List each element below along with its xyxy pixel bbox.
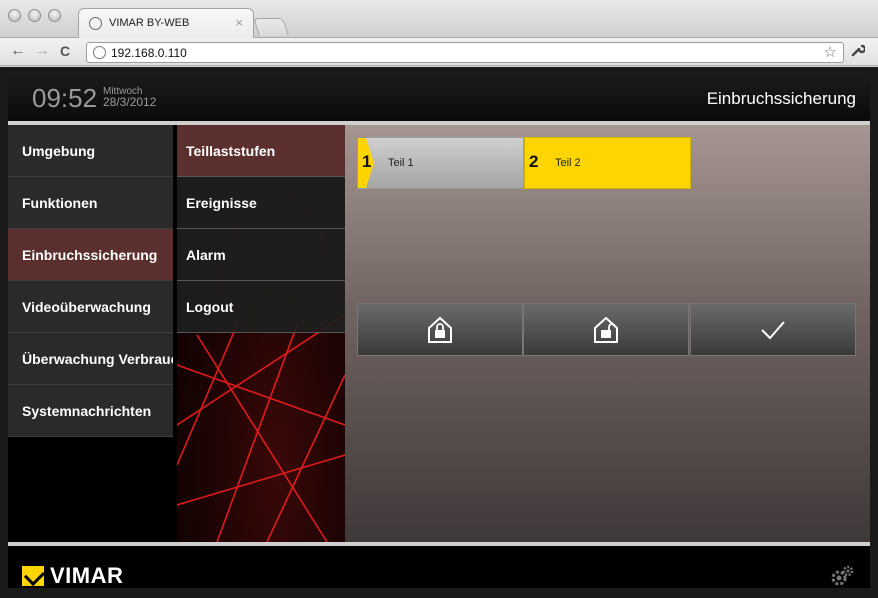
reload-button[interactable]: C (60, 42, 70, 60)
part-1-button[interactable]: 1 Teil 1 (357, 137, 524, 189)
menu-item-einbruchssicherung[interactable]: Einbruchssicherung (8, 229, 173, 281)
bookmark-star-icon[interactable]: ☆ (824, 43, 837, 61)
sub-menu: Teillaststufen Ereignisse Alarm Logout (177, 125, 345, 542)
lock-house-icon (428, 316, 452, 343)
menu-item-systemnachrichten[interactable]: Systemnachrichten (8, 385, 173, 437)
submenu-item-alarm[interactable]: Alarm (177, 229, 345, 281)
app-header: 09:52 Mittwoch 28/3/2012 Einbruchssicher… (8, 73, 870, 121)
submenu-item-teillaststufen[interactable]: Teillaststufen (177, 125, 345, 177)
address-bar[interactable]: 192.168.0.110 ☆ (86, 42, 844, 63)
main-menu: Umgebung Funktionen Einbruchssicherung V… (8, 125, 173, 542)
browser-toolbar: ← → C 192.168.0.110 ☆ (0, 38, 878, 66)
tab-close-icon[interactable]: × (235, 15, 243, 30)
globe-icon (89, 17, 102, 30)
gears-icon[interactable] (830, 565, 854, 593)
app-inner: 09:52 Mittwoch 28/3/2012 Einbruchssicher… (8, 73, 870, 588)
checkmark-icon (761, 320, 785, 339)
part-2-number: 2 (529, 152, 539, 171)
clock-time: 09:52 (32, 83, 98, 113)
globe-icon (93, 46, 106, 59)
window-minimize-button[interactable] (28, 9, 41, 22)
vimar-logo-mark (22, 566, 44, 586)
date-box: Mittwoch 28/3/2012 (103, 86, 156, 108)
menu-item-videoueberwachung[interactable]: Videoüberwachung (8, 281, 173, 333)
page-title: Einbruchssicherung (706, 89, 856, 108)
disarm-button[interactable] (523, 303, 689, 356)
tab-title: VIMAR BY-WEB (109, 17, 190, 29)
wrench-icon[interactable] (850, 42, 867, 61)
back-button[interactable]: ← (10, 42, 26, 60)
part-1-number: 1 (362, 152, 372, 171)
submenu-item-logout[interactable]: Logout (177, 281, 345, 333)
part-1-label: Teil 1 (388, 157, 414, 169)
address-url[interactable]: 192.168.0.110 (111, 46, 187, 60)
window-close-button[interactable] (8, 9, 21, 22)
browser-titlebar: VIMAR BY-WEB × (0, 0, 878, 38)
part-2-label: Teil 2 (555, 157, 581, 169)
new-tab-button[interactable] (253, 18, 289, 36)
confirm-button[interactable] (690, 303, 856, 356)
arm-button[interactable] (357, 303, 523, 356)
window-zoom-button[interactable] (48, 9, 61, 22)
browser-tab[interactable]: VIMAR BY-WEB × (78, 8, 254, 38)
brand-name: VIMAR (50, 563, 124, 588)
vimar-logo: VIMAR (22, 563, 123, 589)
app-frame: 09:52 Mittwoch 28/3/2012 Einbruchssicher… (0, 67, 878, 598)
app-footer (8, 542, 870, 588)
part-2-button[interactable]: 2 Teil 2 (524, 137, 691, 189)
menu-item-umgebung[interactable]: Umgebung (8, 125, 173, 177)
unlock-house-icon (594, 316, 618, 343)
submenu-item-ereignisse[interactable]: Ereignisse (177, 177, 345, 229)
forward-button[interactable]: → (34, 42, 50, 60)
menu-item-funktionen[interactable]: Funktionen (8, 177, 173, 229)
menu-item-ueberwachung-verbrauch[interactable]: Überwachung Verbrauch (8, 333, 173, 385)
footer-divider (8, 542, 870, 546)
content-panel: 1 Teil 1 2 Teil 2 (345, 125, 870, 542)
date: 28/3/2012 (103, 95, 157, 109)
action-bar (357, 303, 857, 356)
